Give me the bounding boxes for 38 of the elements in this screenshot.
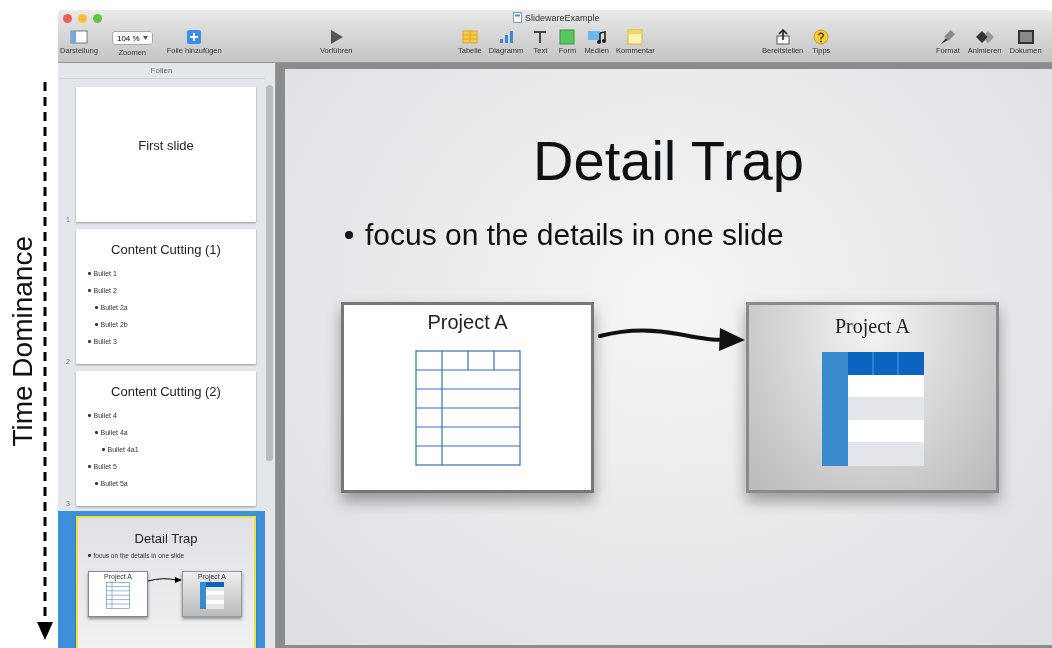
square-icon[interactable] bbox=[557, 29, 578, 45]
document-icon[interactable] bbox=[1015, 29, 1036, 45]
thumbnail-title: First slide bbox=[138, 138, 194, 153]
close-button[interactable] bbox=[63, 14, 72, 23]
media-icon[interactable] bbox=[586, 29, 607, 45]
annotation-label: Time Dominance bbox=[6, 236, 39, 447]
scrollbar[interactable] bbox=[266, 85, 273, 461]
thumbnail-title: Detail Trap bbox=[133, 531, 199, 546]
zoom-dropdown[interactable]: 104 % bbox=[111, 31, 153, 45]
bullet-dot bbox=[95, 323, 98, 326]
sidebar-header: Folien bbox=[58, 63, 265, 79]
card-title: Project A bbox=[427, 311, 508, 334]
bullet-dot bbox=[88, 414, 91, 417]
bullet-dot bbox=[95, 431, 98, 434]
zoom-button[interactable] bbox=[93, 14, 102, 23]
diamond-icon[interactable] bbox=[974, 29, 995, 45]
bullet-dot bbox=[88, 272, 91, 275]
bullet-dot bbox=[345, 231, 353, 239]
bullet-dot bbox=[88, 465, 91, 468]
bullet-dot bbox=[88, 554, 91, 557]
thumbnail-title: Content Cutting (2) bbox=[110, 384, 222, 399]
thumbnail-title: Content Cutting (1) bbox=[110, 242, 222, 257]
help-icon[interactable] bbox=[811, 29, 832, 45]
styled-table-drawing bbox=[200, 582, 224, 609]
bullet-dot bbox=[102, 448, 105, 451]
arrow bbox=[148, 576, 182, 584]
caret-icon bbox=[142, 36, 148, 40]
slide-title: Detail Trap bbox=[532, 128, 805, 194]
window-title: SlidewareExample bbox=[525, 12, 600, 23]
card-title: Project A bbox=[835, 315, 910, 338]
sidebar-view-icon[interactable] bbox=[68, 29, 89, 45]
table-grid-drawing bbox=[106, 582, 130, 609]
slide-bullet: focus on the details in one slide bbox=[365, 217, 784, 253]
bullet-dot bbox=[95, 482, 98, 485]
bullet-dot bbox=[88, 340, 91, 343]
bullet-dot bbox=[95, 306, 98, 309]
bullet-dot bbox=[88, 289, 91, 292]
document-icon bbox=[513, 12, 522, 23]
